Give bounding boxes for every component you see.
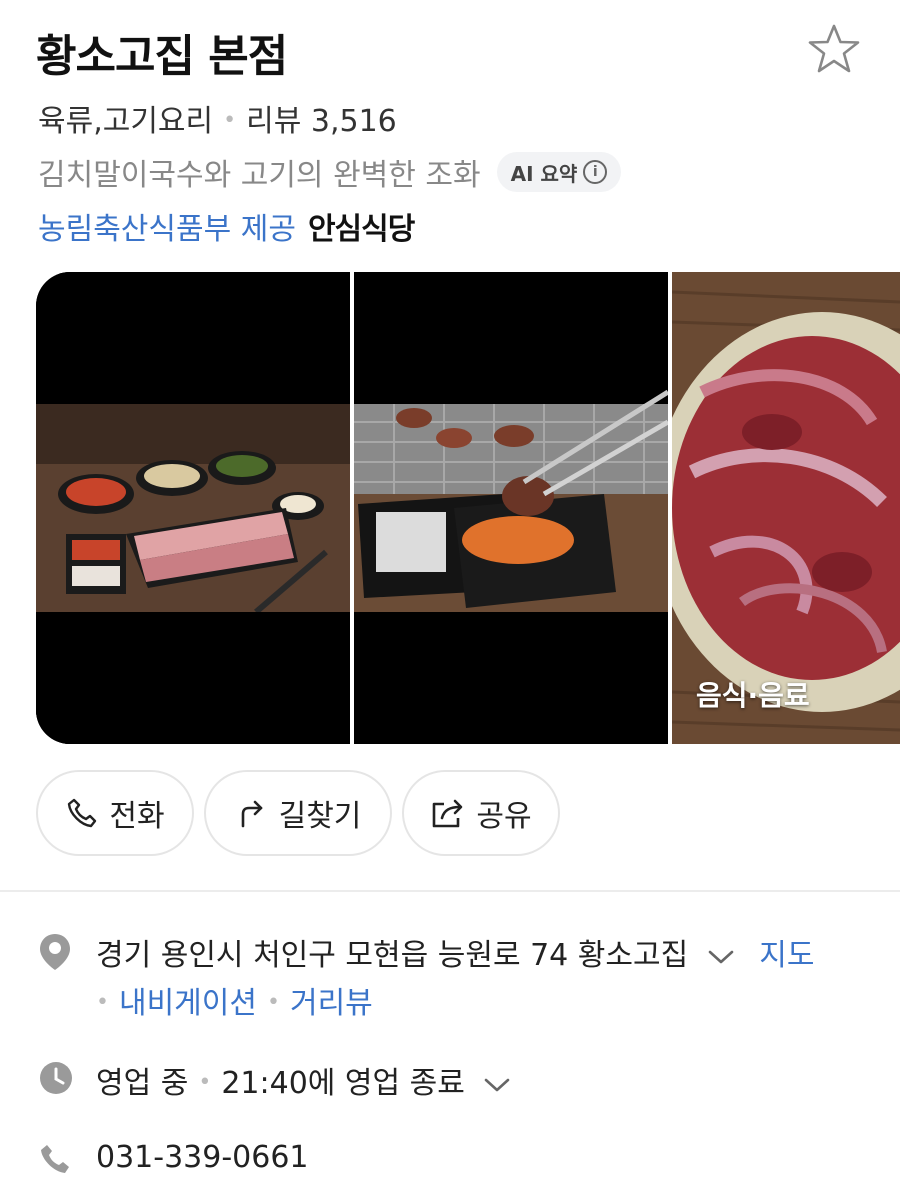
section-divider: [0, 890, 900, 892]
pork-belly-set-photo-icon: [36, 272, 350, 744]
category-row: 육류,고기요리 • 리뷰 3,516: [38, 96, 397, 140]
map-link[interactable]: 지도: [759, 938, 814, 973]
hours-row[interactable]: 영업 중 • 21:40에 영업 종료: [96, 1058, 512, 1102]
clock-icon: [40, 1062, 72, 1094]
ai-summary-text: 김치말이국수와 고기의 완벽한 조화: [38, 158, 481, 193]
ai-badge-label: AI 요약: [510, 161, 578, 186]
address-text: 경기 용인시 처인구 모현읍 능원로 74 황소고집: [96, 938, 689, 973]
place-title: 황소고집 본점: [36, 31, 288, 82]
separator-dot: •: [223, 108, 237, 133]
share-button[interactable]: 공유: [402, 770, 560, 856]
separator-dot: •: [96, 990, 109, 1015]
closing-time: 21:40에 영업 종료: [221, 1066, 465, 1101]
photo-category-label: 음식·음료: [696, 679, 810, 712]
address-links-row: • 내비게이션 • 거리뷰: [96, 978, 373, 1022]
review-count-link[interactable]: 리뷰 3,516: [246, 104, 397, 139]
separator-dot: •: [266, 990, 280, 1015]
photo-gallery[interactable]: 음식·음료: [36, 272, 900, 744]
phone-icon: [68, 798, 97, 828]
photo-pork-belly-set[interactable]: [36, 272, 350, 744]
ai-summary-badge[interactable]: AI 요약 i: [496, 152, 622, 192]
photo-grilled-meat[interactable]: [354, 272, 668, 744]
photo-raw-beef[interactable]: 음식·음료: [672, 272, 900, 744]
summary-row: 김치말이국수와 고기의 완벽한 조화 AI 요약 i: [38, 150, 622, 194]
call-button[interactable]: 전화: [36, 770, 194, 856]
grilled-meat-chopsticks-photo-icon: [354, 272, 668, 744]
chevron-down-icon[interactable]: [482, 1075, 512, 1095]
directions-label: 길찾기: [278, 799, 362, 834]
info-icon: i: [583, 160, 608, 184]
call-label: 전화: [109, 799, 165, 834]
address-row: 경기 용인시 처인구 모현읍 능원로 74 황소고집 지도: [96, 930, 815, 974]
favorite-star-icon[interactable]: [806, 22, 862, 78]
location-pin-icon: [40, 934, 70, 970]
provider-row: 농림축산식품부 제공 안심식당: [38, 204, 415, 248]
separator-dot: •: [198, 1070, 212, 1095]
provider-link[interactable]: 농림축산식품부 제공: [38, 212, 296, 247]
share-label: 공유: [476, 799, 532, 834]
chevron-down-icon[interactable]: [706, 947, 736, 967]
phone-icon: [41, 1145, 69, 1173]
phone-number[interactable]: 031-339-0661: [96, 1140, 309, 1175]
open-status: 영업 중: [96, 1066, 189, 1101]
navigation-link[interactable]: 내비게이션: [119, 986, 257, 1021]
directions-arrow-icon: [241, 800, 262, 828]
directions-button[interactable]: 길찾기: [204, 770, 392, 856]
safe-restaurant-badge: 안심식당: [307, 212, 415, 247]
street-view-link[interactable]: 거리뷰: [290, 986, 373, 1021]
share-icon: [433, 799, 463, 828]
category-text: 육류,고기요리: [38, 104, 214, 139]
phone-row[interactable]: 031-339-0661: [96, 1140, 309, 1175]
